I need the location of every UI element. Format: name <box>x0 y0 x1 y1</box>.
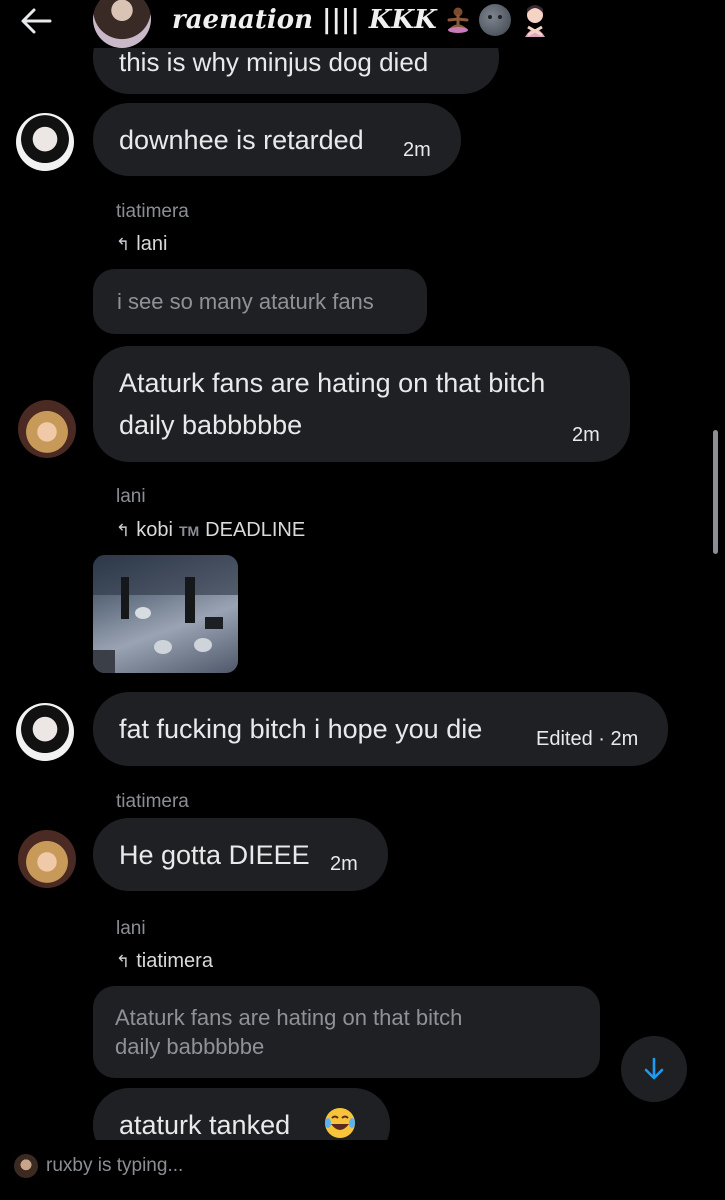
sender-name: lani <box>116 486 146 507</box>
reply-context[interactable]: ↰ kobi TM DEADLINE <box>116 519 305 542</box>
reply-suffix: DEADLINE <box>205 519 306 541</box>
avatar-gothic-girl[interactable] <box>16 113 74 171</box>
reply-to-name: kobi <box>136 519 173 541</box>
person-gesturing-no-icon <box>519 3 551 37</box>
sender-name: lani <box>116 918 146 939</box>
header: raenation |||| KKK <box>0 0 725 48</box>
message-text: ataturk tanked <box>119 1110 291 1140</box>
message-text: this is why minjus dog died <box>119 47 429 77</box>
message-text-line-1: Ataturk fans are hating on that bitch <box>119 368 546 398</box>
avatar-blonde-woman[interactable] <box>18 400 76 458</box>
message-text: downhee is retarded <box>119 125 364 155</box>
quoted-message[interactable]: Ataturk fans are hating on that bitch da… <box>93 986 600 1078</box>
quoted-text-line-1: Ataturk fans are hating on that bitch <box>115 1005 463 1030</box>
sender-name: tiatimera <box>116 201 189 222</box>
message-bubble[interactable]: fat fucking bitch i hope you die Edited … <box>93 692 668 766</box>
chat-title-text: raenation |||| KKK <box>172 5 437 35</box>
message-bubble[interactable]: Ataturk fans are hating on that bitch da… <box>93 346 630 462</box>
message-bubble[interactable]: downhee is retarded 2m <box>93 103 461 176</box>
reply-to-name: tiatimera <box>136 950 213 972</box>
lotus-emoji-icon <box>445 6 471 34</box>
reply-arrow-icon: ↰ <box>116 951 131 971</box>
photo-content <box>93 555 238 673</box>
quoted-text-line-2: daily babbbbbe <box>115 1034 265 1059</box>
face-with-tears-of-joy-icon <box>323 1106 357 1140</box>
message-timestamp: 2m <box>330 853 358 875</box>
reply-context[interactable]: ↰ lani <box>116 233 167 256</box>
arrow-left-icon <box>21 8 52 34</box>
message-text: He gotta DIEEE <box>119 840 310 870</box>
group-avatar[interactable] <box>93 0 151 48</box>
message-bubble[interactable]: He gotta DIEEE 2m <box>93 818 388 891</box>
reply-context[interactable]: ↰ tiatimera <box>116 950 213 973</box>
typing-text: ruxby is typing... <box>46 1155 184 1176</box>
chat-title[interactable]: raenation |||| KKK <box>172 2 551 38</box>
avatar-blonde-woman[interactable] <box>18 830 76 888</box>
back-button[interactable] <box>18 6 58 38</box>
quoted-message[interactable]: i see so many ataturk fans <box>93 269 427 334</box>
reply-badge: TM <box>178 522 200 539</box>
reply-to-name: lani <box>136 233 168 255</box>
typing-indicator: ruxby is typing... <box>14 1154 183 1178</box>
new-moon-face-icon <box>478 4 511 36</box>
sender-name: tiatimera <box>116 791 189 812</box>
message-clip: ataturk tanked <box>0 1088 725 1140</box>
arrow-down-icon <box>644 1057 664 1080</box>
image-attachment[interactable] <box>93 555 238 673</box>
scrollbar-thumb[interactable] <box>713 430 718 554</box>
message-bubble[interactable]: ataturk tanked <box>93 1088 390 1140</box>
reply-arrow-icon: ↰ <box>116 520 131 540</box>
message-text-line-2: daily babbbbbe <box>119 410 303 440</box>
message-timestamp: 2m <box>403 139 431 161</box>
message-timestamp: 2m <box>572 424 600 446</box>
message-edited-timestamp: Edited · 2m <box>536 728 639 750</box>
quoted-text: i see so many ataturk fans <box>117 288 374 314</box>
message-text: fat fucking bitch i hope you die <box>119 714 483 744</box>
reply-arrow-icon: ↰ <box>116 234 131 254</box>
avatar-gothic-girl[interactable] <box>16 703 74 761</box>
typing-user-avatar <box>14 1154 38 1178</box>
